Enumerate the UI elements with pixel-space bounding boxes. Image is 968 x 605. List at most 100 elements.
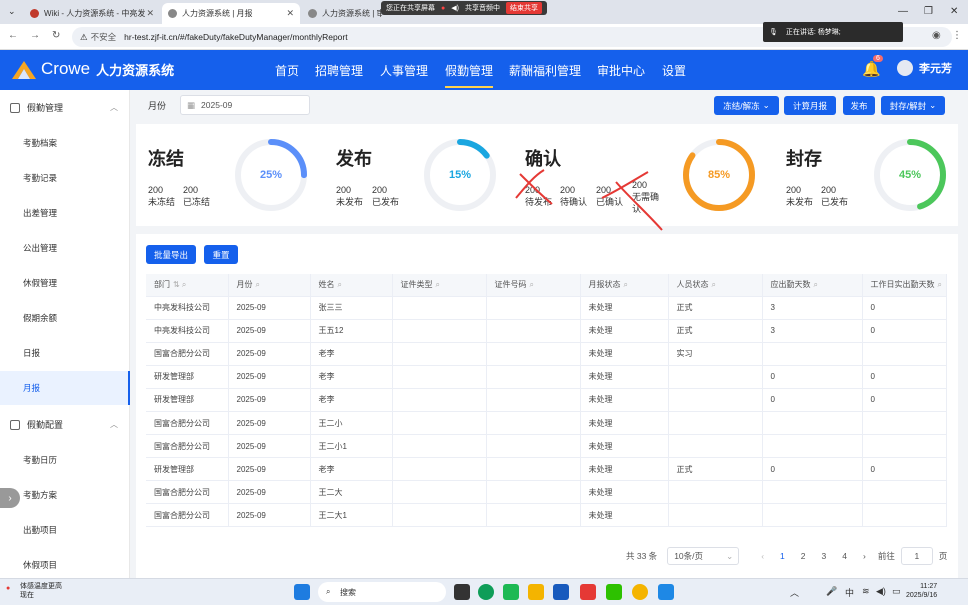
table-row[interactable]: 研发管理部 2025-09 老李 未处理 0 0 — [146, 388, 947, 412]
filter-icon[interactable]: ⌕ — [530, 280, 534, 289]
taskbar-search[interactable]: ⌕ 搜索 — [318, 582, 446, 602]
table-row[interactable]: 国富合肥分公司 2025-09 王二大 未处理 — [146, 480, 947, 505]
sidebar-item-attendance-record[interactable]: 考勤记录 — [23, 172, 57, 184]
notification-bell-icon[interactable]: 🔔 6 — [862, 55, 883, 78]
column-header[interactable]: 月报状态 ⌕ — [580, 274, 669, 297]
more-menu-icon[interactable]: ⋮ — [952, 30, 962, 41]
user-menu[interactable]: 李元芳 — [897, 60, 952, 76]
filter-icon[interactable]: ⌕ — [624, 280, 628, 289]
volume-icon[interactable]: ◀) — [876, 586, 886, 597]
app-logo[interactable]: Crowe 人力资源系统 — [12, 59, 174, 79]
sidebar-item-official-out[interactable]: 公出管理 — [23, 242, 57, 254]
ime-indicator[interactable]: 中 — [845, 586, 854, 599]
batch-export-button[interactable]: 批量导出 — [146, 245, 196, 264]
freeze-dropdown-button[interactable]: 冻结/解冻 ⌄ — [714, 96, 779, 115]
sidebar-item-monthly-report[interactable]: 月报 — [23, 382, 40, 394]
forward-icon[interactable]: → — [30, 30, 40, 41]
close-window-icon[interactable]: ✕ — [950, 6, 958, 17]
meeting-icon[interactable] — [658, 584, 674, 600]
chrome-icon[interactable] — [632, 584, 648, 600]
close-tab-icon[interactable]: ✕ — [286, 8, 294, 19]
start-icon[interactable] — [294, 584, 310, 600]
battery-icon[interactable]: ▭ — [892, 586, 901, 597]
profile-icon[interactable]: ◉ — [932, 30, 941, 41]
page-2[interactable]: 2 — [801, 551, 806, 561]
wechat-icon[interactable] — [606, 584, 622, 600]
sidebar-item-leave[interactable]: 休假管理 — [23, 277, 57, 289]
table-row[interactable]: 中亮发科技公司 2025-09 张三三 未处理 正式 3 0 — [146, 296, 947, 320]
filter-icon[interactable]: ⇅ ⌕ — [173, 280, 186, 289]
publish-button[interactable]: 发布 — [843, 96, 875, 115]
column-header[interactable]: 月份 ⌕ — [228, 274, 311, 297]
task-view-icon[interactable] — [454, 584, 470, 600]
store-icon[interactable] — [503, 584, 519, 600]
reset-button[interactable]: 重置 — [204, 245, 238, 264]
table-row[interactable]: 国富合肥分公司 2025-09 王二小 未处理 — [146, 411, 947, 436]
sidebar-item-attendance-plan[interactable]: 考勤方案 — [23, 489, 57, 501]
close-tab-icon[interactable]: ✕ — [146, 8, 154, 19]
menu-payroll[interactable]: 薪酬福利管理 — [509, 62, 581, 79]
sidebar-item-daily-report[interactable]: 日报 — [23, 347, 40, 359]
table-row[interactable]: 研发管理部 2025-09 老李 未处理 0 0 — [146, 365, 947, 389]
browser-tab-wiki[interactable]: Wiki - 人力资源系统 - 中亮发 ✕ — [24, 3, 160, 24]
sidebar-group-attendance[interactable]: 假勤管理 ︿ — [10, 101, 122, 114]
browser-tab-approval[interactable]: 人力资源系统 | 审批 — [302, 3, 382, 24]
filter-icon[interactable]: ⌕ — [338, 280, 342, 289]
column-header[interactable]: 证件号码 ⌕ — [486, 274, 581, 297]
file-explorer-icon[interactable] — [528, 584, 544, 600]
page-1[interactable]: 1 — [780, 551, 785, 561]
sidebar-item-business-trip[interactable]: 出差管理 — [23, 207, 57, 219]
reload-icon[interactable]: ↻ — [52, 30, 60, 41]
menu-recruitment[interactable]: 招聘管理 — [315, 62, 363, 79]
filter-icon[interactable]: ⌕ — [938, 280, 942, 289]
table-row[interactable]: 中亮发科技公司 2025-09 王五12 未处理 正式 3 0 — [146, 319, 947, 343]
edge-icon[interactable] — [478, 584, 494, 600]
page-3[interactable]: 3 — [822, 551, 827, 561]
table-row[interactable]: 研发管理部 2025-09 老李 未处理 正式 0 0 — [146, 457, 947, 482]
wps-icon[interactable] — [580, 584, 596, 600]
column-header[interactable]: 工作日实出勤天数 ⌕ — [862, 274, 947, 297]
weather-widget[interactable]: ● 体感温度更高 现在 — [6, 582, 62, 600]
minimize-icon[interactable]: — — [898, 6, 908, 17]
tray-chevron-icon[interactable]: ︿ — [790, 586, 799, 599]
sidebar-item-leave-item[interactable]: 休假项目 — [23, 559, 57, 571]
column-header[interactable]: 人员状态 ⌕ — [668, 274, 763, 297]
sidebar-group-config[interactable]: 假勤配置 ︿ — [10, 418, 122, 431]
column-header[interactable]: 部门 ⇅ ⌕ — [146, 274, 229, 297]
sidebar-item-attendance-calendar[interactable]: 考勤日历 — [23, 454, 57, 466]
filter-icon[interactable]: ⌕ — [436, 280, 440, 289]
table-row[interactable]: 国富合肥分公司 2025-09 王二大1 未处理 — [146, 503, 947, 528]
sidebar-toggle-button[interactable]: › — [0, 488, 20, 508]
tab-list-chevron-icon[interactable]: ⌄ — [8, 6, 16, 17]
system-clock[interactable]: 11:27 2025/9/16 — [906, 582, 937, 600]
month-picker[interactable]: ▦ 2025-09 — [180, 95, 310, 115]
table-row[interactable]: 国富合肥分公司 2025-09 老李 未处理 实习 — [146, 342, 947, 366]
filter-icon[interactable]: ⌕ — [256, 280, 260, 289]
mic-tray-icon[interactable]: 🎤 — [826, 586, 837, 597]
wifi-icon[interactable]: ≋ — [862, 586, 870, 597]
table-row[interactable]: 国富合肥分公司 2025-09 王二小1 未处理 — [146, 434, 947, 459]
sidebar-item-attendance-item[interactable]: 出勤项目 — [23, 524, 57, 536]
sidebar-item-leave-balance[interactable]: 假期余额 — [23, 312, 57, 324]
menu-attendance[interactable]: 假勤管理 — [445, 62, 494, 88]
next-page-icon[interactable]: › — [863, 551, 866, 561]
prev-page-icon[interactable]: ‹ — [761, 551, 764, 561]
filter-icon[interactable]: ⌕ — [814, 280, 818, 289]
word-icon[interactable] — [553, 584, 569, 600]
back-icon[interactable]: ← — [8, 30, 18, 41]
menu-personnel[interactable]: 人事管理 — [380, 62, 428, 79]
menu-approval[interactable]: 审批中心 — [597, 62, 645, 79]
column-header[interactable]: 证件类型 ⌕ — [392, 274, 487, 297]
goto-page-input[interactable]: 1 — [900, 547, 933, 565]
sidebar-item-attendance-file[interactable]: 考勤档案 — [23, 137, 57, 149]
page-size-select[interactable]: 10条/页 ⌄ — [667, 547, 740, 565]
page-4[interactable]: 4 — [842, 551, 847, 561]
menu-settings[interactable]: 设置 — [662, 62, 686, 79]
filter-icon[interactable]: ⌕ — [712, 280, 716, 289]
browser-tab-monthly-report[interactable]: 人力资源系统 | 月报 ✕ — [162, 3, 300, 24]
restore-icon[interactable]: ❐ — [924, 6, 933, 17]
column-header[interactable]: 应出勤天数 ⌕ — [762, 274, 863, 297]
column-header[interactable]: 姓名 ⌕ — [310, 274, 393, 297]
seal-dropdown-button[interactable]: 封存/解封 ⌄ — [881, 96, 945, 115]
menu-home[interactable]: 首页 — [275, 62, 299, 79]
